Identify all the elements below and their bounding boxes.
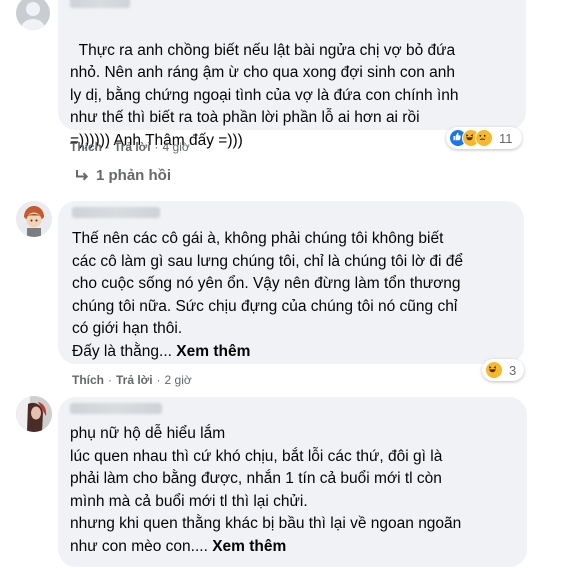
photo-avatar-icon bbox=[16, 396, 52, 432]
comment-text: Thế nên các cô gái à, không phải chúng t… bbox=[72, 230, 464, 360]
see-more-link[interactable]: Xem thêm bbox=[176, 343, 250, 360]
reply-arrow-icon bbox=[76, 169, 89, 180]
reaction-count: 11 bbox=[499, 130, 513, 146]
reaction-summary[interactable]: 11 bbox=[446, 127, 522, 149]
see-more-link[interactable]: Xem thêm bbox=[212, 538, 286, 555]
commenter-avatar[interactable] bbox=[16, 0, 50, 30]
comment-text: phụ nữ hộ dễ hiểu lắm lúc quen nhau thì … bbox=[70, 425, 462, 555]
commenter-name-blurred[interactable] bbox=[70, 0, 130, 8]
commenter-avatar[interactable] bbox=[16, 396, 52, 432]
like-button[interactable]: Thích bbox=[70, 140, 102, 154]
sad-icon bbox=[475, 129, 493, 147]
commenter-name-blurred[interactable] bbox=[70, 403, 162, 414]
separator: · bbox=[154, 140, 159, 154]
commenter-name-blurred[interactable] bbox=[72, 207, 160, 218]
separator: · bbox=[108, 373, 112, 387]
reaction-summary[interactable]: 3 bbox=[482, 359, 524, 381]
comment-time[interactable]: 2 giờ bbox=[165, 373, 192, 387]
view-replies-link[interactable]: 1 phản hồi bbox=[74, 167, 171, 184]
cartoon-avatar-icon bbox=[16, 201, 52, 237]
reaction-count: 3 bbox=[509, 362, 517, 378]
separator: · bbox=[106, 140, 110, 154]
separator: · bbox=[156, 373, 161, 387]
haha-icon bbox=[485, 361, 503, 379]
like-button[interactable]: Thích bbox=[72, 373, 104, 387]
commenter-avatar[interactable] bbox=[16, 201, 52, 237]
reply-button[interactable]: Trả lời bbox=[116, 373, 153, 387]
comment-actions: Thích · Trả lời · 2 giờ bbox=[72, 373, 192, 387]
reply-button[interactable]: Trả lời bbox=[114, 140, 151, 154]
default-avatar-icon bbox=[21, 2, 45, 30]
comment-time[interactable]: 4 giờ bbox=[163, 140, 190, 154]
comment-actions: Thích · Trả lời · 4 giờ bbox=[70, 140, 190, 154]
